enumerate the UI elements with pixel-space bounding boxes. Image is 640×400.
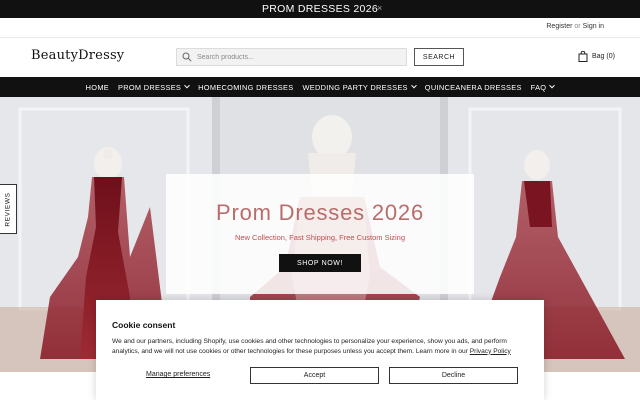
account-links: Register or Sign in <box>546 23 604 30</box>
accept-button[interactable]: Accept <box>250 367 379 384</box>
announcement-text: PROM DRESSES 2026 <box>262 3 378 15</box>
nav-item-label: WEDDING PARTY DRESSES <box>302 82 408 92</box>
nav-item-label: HOME <box>85 82 110 92</box>
chevron-down-icon <box>410 82 417 89</box>
hero-title: Prom Dresses 2026 <box>215 200 424 225</box>
search-box <box>176 48 407 66</box>
hero-card: Prom Dresses 2026 New Collection, Fast S… <box>166 174 474 294</box>
nav-item-label: FAQ <box>530 82 547 92</box>
reviews-tab-label: REVIEWS <box>4 191 12 227</box>
announcement-bar: PROM DRESSES 2026 × <box>0 0 640 18</box>
main-nav: HOME PROM DRESSES HOMECOMING DRESSES WED… <box>0 77 640 97</box>
nav-item-prom-dresses[interactable]: PROM DRESSES <box>118 82 191 92</box>
cookie-body: We and our partners, including Shopify, … <box>112 338 507 355</box>
hero-subtitle: New Collection, Fast Shipping, Free Cust… <box>234 233 406 242</box>
header-divider <box>0 37 640 38</box>
reviews-tab[interactable]: REVIEWS <box>0 184 17 234</box>
nav-item-quinceanera-dresses[interactable]: QUINCEANERA DRESSES <box>425 83 522 92</box>
search-icon <box>182 52 192 62</box>
decline-button[interactable]: Decline <box>389 367 518 384</box>
search-button[interactable]: SEARCH <box>414 48 464 66</box>
cookie-title: Cookie consent <box>112 320 176 330</box>
bag-link[interactable]: Bag (0) <box>578 51 615 62</box>
search-input[interactable] <box>197 53 397 61</box>
privacy-policy-link[interactable]: Privacy Policy <box>470 348 511 355</box>
cookie-consent-dialog: Cookie consent We and our partners, incl… <box>96 300 544 400</box>
chevron-down-icon <box>184 82 191 89</box>
register-link[interactable]: Register <box>546 23 572 30</box>
sign-in-link[interactable]: Sign in <box>583 23 604 30</box>
nav-item-label: QUINCEANERA DRESSES <box>424 82 522 92</box>
bag-label: Bag (0) <box>592 53 615 60</box>
shop-now-button[interactable]: SHOP NOW! <box>279 254 361 272</box>
nav-item-label: HOMECOMING DRESSES <box>198 82 294 92</box>
chevron-down-icon <box>549 82 556 89</box>
nav-item-wedding-party-dresses[interactable]: WEDDING PARTY DRESSES <box>302 82 417 92</box>
account-or-text: or <box>574 23 581 30</box>
site-logo[interactable]: BeautyDressy <box>31 48 124 63</box>
nav-item-faq[interactable]: FAQ <box>530 82 556 92</box>
shopping-bag-icon <box>578 51 588 62</box>
nav-item-home[interactable]: HOME <box>86 83 109 92</box>
nav-item-label: PROM DRESSES <box>118 82 182 92</box>
cookie-text: We and our partners, including Shopify, … <box>112 337 522 356</box>
close-announcement-icon[interactable]: × <box>377 3 383 13</box>
manage-preferences-link[interactable]: Manage preferences <box>146 371 210 378</box>
nav-item-homecoming-dresses[interactable]: HOMECOMING DRESSES <box>198 83 293 92</box>
